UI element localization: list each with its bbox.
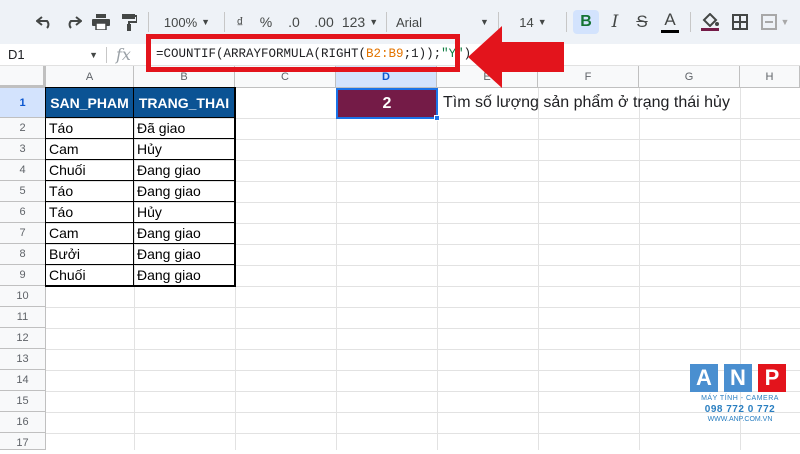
- decrease-decimal-label: .0: [288, 14, 300, 30]
- paint-format-icon[interactable]: [118, 10, 140, 34]
- borders-icon[interactable]: [728, 10, 752, 34]
- row-header-2[interactable]: 2: [0, 118, 46, 139]
- row-header-17[interactable]: 17: [0, 433, 46, 450]
- font-name: Arial: [396, 14, 423, 30]
- logo-letter-p: P: [758, 364, 786, 392]
- row-header-14[interactable]: 14: [0, 370, 46, 391]
- table-cell[interactable]: Hủy: [134, 202, 235, 223]
- number-format-select[interactable]: 123 ▼: [340, 10, 380, 34]
- logo-phone: 098 772 0 772: [704, 404, 776, 415]
- col-header-h[interactable]: H: [740, 66, 800, 88]
- table-cell[interactable]: Đang giao: [134, 244, 235, 265]
- logo-website: WWW.ANP.COM.VN: [707, 416, 773, 423]
- row-header-11[interactable]: 11: [0, 307, 46, 328]
- text-color-button[interactable]: A: [658, 10, 682, 34]
- print-icon[interactable]: [90, 10, 112, 34]
- row-header-3[interactable]: 3: [0, 139, 46, 160]
- number-format-label: 123: [341, 14, 366, 30]
- table-cell[interactable]: Hủy: [134, 139, 235, 160]
- red-arrow-icon: [468, 26, 564, 88]
- table-cell[interactable]: Chuối: [46, 160, 134, 181]
- name-box-value: D1: [8, 47, 25, 62]
- zoom-value: 100%: [163, 14, 198, 30]
- row-header-5[interactable]: 5: [0, 181, 46, 202]
- text-color-swatch: [661, 29, 679, 33]
- table-header-san-pham[interactable]: SAN_PHAM: [46, 88, 134, 118]
- divider: [106, 47, 107, 63]
- fx-icon: fx: [116, 45, 131, 64]
- row-header-10[interactable]: 10: [0, 286, 46, 307]
- row-header-7[interactable]: 7: [0, 223, 46, 244]
- percent-button[interactable]: %: [256, 10, 276, 34]
- table-cell[interactable]: Đang giao: [134, 265, 235, 286]
- text-color-letter: A: [664, 9, 676, 29]
- logo-letters: A N P: [690, 364, 790, 392]
- strikethrough-icon[interactable]: S: [630, 10, 654, 34]
- table-cell[interactable]: Đang giao: [134, 160, 235, 181]
- logo-letter-a: A: [690, 364, 718, 392]
- row-header-6[interactable]: 6: [0, 202, 46, 223]
- redo-icon[interactable]: [62, 10, 84, 34]
- zoom-select[interactable]: 100% ▼: [156, 10, 218, 34]
- table-cell[interactable]: Đang giao: [134, 223, 235, 244]
- decrease-decimal-button[interactable]: .0: [282, 10, 306, 34]
- italic-icon[interactable]: I: [604, 10, 626, 34]
- note-text[interactable]: Tìm số lượng sản phẩm ở trạng thái hủy: [440, 88, 730, 118]
- logo-tagline: MÁY TÍNH - CAMERA: [701, 395, 779, 402]
- table-cell[interactable]: Táo: [46, 118, 134, 139]
- col-header-g[interactable]: G: [639, 66, 740, 88]
- row-header-8[interactable]: 8: [0, 244, 46, 265]
- select-all-corner[interactable]: [0, 66, 46, 88]
- fill-color-icon[interactable]: [698, 10, 722, 34]
- bold-button[interactable]: B: [573, 10, 599, 34]
- anp-logo: A N P MÁY TÍNH - CAMERA 098 772 0 772 WW…: [690, 364, 790, 438]
- row-header-13[interactable]: 13: [0, 349, 46, 370]
- row-header-4[interactable]: 4: [0, 160, 46, 181]
- name-box[interactable]: D1 ▼: [4, 46, 102, 64]
- undo-icon[interactable]: [34, 10, 56, 34]
- row-header-12[interactable]: 12: [0, 328, 46, 349]
- row-header-16[interactable]: 16: [0, 412, 46, 433]
- table-cell[interactable]: Đang giao: [134, 181, 235, 202]
- table-cell[interactable]: Bưởi: [46, 244, 134, 265]
- result-cell-d1[interactable]: 2: [336, 88, 438, 119]
- table-cell[interactable]: Cam: [46, 139, 134, 160]
- increase-decimal-button[interactable]: .00: [310, 10, 338, 34]
- table-cell[interactable]: Táo: [46, 181, 134, 202]
- formula-highlight-box: [146, 34, 460, 72]
- increase-decimal-label: .00: [314, 14, 334, 30]
- row-header-9[interactable]: 9: [0, 265, 46, 286]
- table-cell[interactable]: Táo: [46, 202, 134, 223]
- chevron-down-icon: ▼: [201, 17, 211, 27]
- merge-cells-icon[interactable]: ▼: [758, 10, 792, 34]
- table-cell[interactable]: Chuối: [46, 265, 134, 286]
- chevron-down-icon: ▼: [780, 17, 790, 27]
- row-header-15[interactable]: 15: [0, 391, 46, 412]
- col-header-a[interactable]: A: [46, 66, 134, 88]
- row-header-1[interactable]: 1: [0, 88, 46, 118]
- fill-color-swatch: [701, 28, 719, 31]
- chevron-down-icon: ▼: [369, 17, 379, 27]
- chevron-down-icon: ▼: [89, 50, 98, 60]
- table-cell[interactable]: Đã giao: [134, 118, 235, 139]
- logo-letter-n: N: [724, 364, 752, 392]
- table-header-trang-thai[interactable]: TRANG_THAI: [134, 88, 235, 118]
- currency-button[interactable]: ₫: [230, 10, 250, 34]
- table-cell[interactable]: Cam: [46, 223, 134, 244]
